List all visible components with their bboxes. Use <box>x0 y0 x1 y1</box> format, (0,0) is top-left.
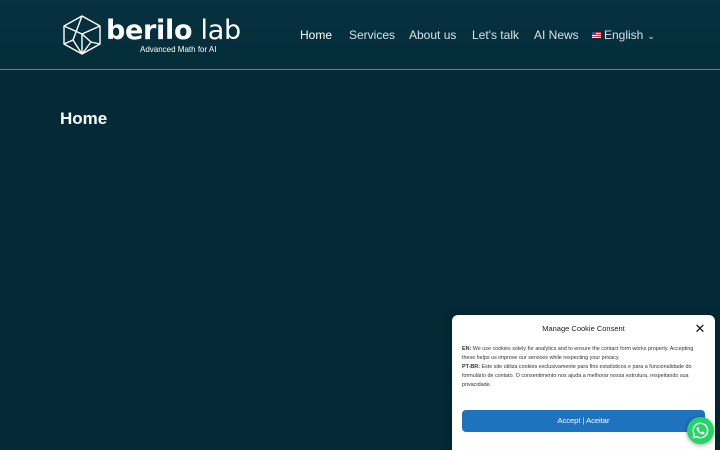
language-label: English <box>604 28 644 42</box>
nav-home[interactable]: Home <box>300 26 332 44</box>
nav-services[interactable]: Services <box>349 26 395 44</box>
site-header: berilo lab Advanced Math for AI Home Ser… <box>0 0 720 70</box>
logo-tagline: Advanced Math for AI <box>140 45 217 54</box>
cookie-text-en: EN: We use cookies solely for analytics … <box>462 345 707 363</box>
main-nav: Home Services About us Let's talk AI New… <box>0 26 720 44</box>
accept-cookies-button[interactable]: Accept | Aceitar <box>462 410 705 432</box>
chevron-down-icon: ⌄ <box>647 31 655 41</box>
nav-language-selector[interactable]: English ⌄ <box>592 26 655 45</box>
nav-about-us[interactable]: About us <box>409 26 456 44</box>
cookie-en-label: EN: <box>462 346 472 352</box>
page-title: Home <box>60 109 108 128</box>
close-icon[interactable]: ✕ <box>693 322 707 336</box>
whatsapp-button[interactable] <box>687 417 714 444</box>
nav-lets-talk[interactable]: Let's talk <box>472 26 519 44</box>
cookie-text-pt: PT-BR: Este site utiliza cookies exclusi… <box>462 363 707 390</box>
cookie-consent-dialog: Manage Cookie Consent ✕ EN: We use cooki… <box>452 315 715 450</box>
cookie-dialog-title: Manage Cookie Consent <box>542 324 625 333</box>
nav-ai-news[interactable]: AI News <box>534 26 579 44</box>
cookie-en-text: We use cookies solely for analytics and … <box>462 346 694 361</box>
cookie-pt-text: Este site utiliza cookies exclusivamente… <box>462 364 692 388</box>
cookie-dialog-text: EN: We use cookies solely for analytics … <box>462 345 707 390</box>
us-flag-icon <box>592 32 601 38</box>
whatsapp-icon <box>692 422 709 439</box>
cookie-pt-label: PT-BR: <box>462 364 480 370</box>
